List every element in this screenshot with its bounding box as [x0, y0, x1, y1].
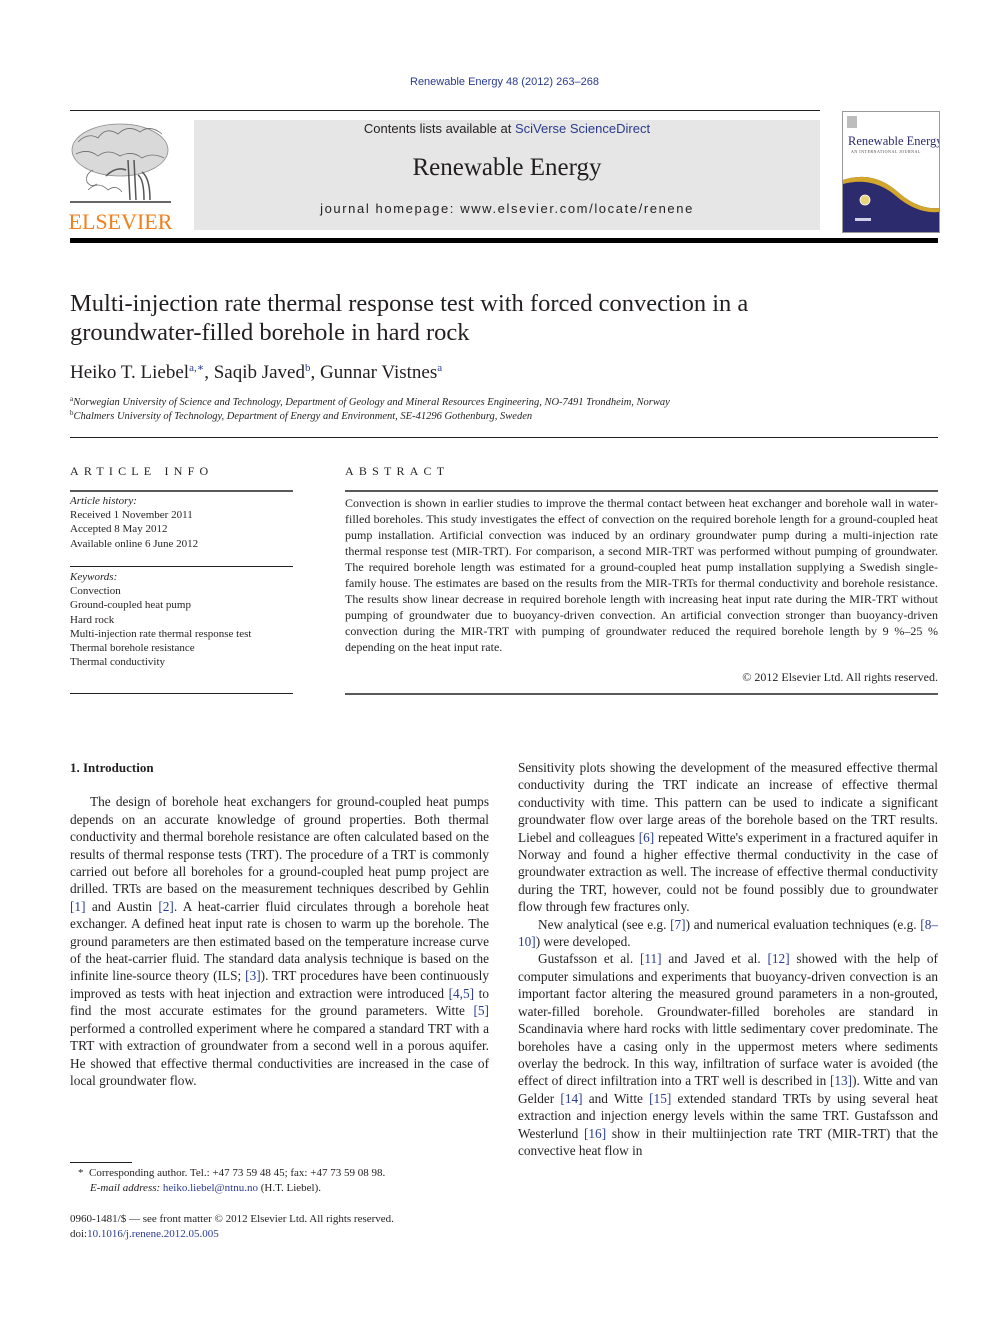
paragraph-text: The design of borehole heat exchangers f…	[70, 794, 489, 897]
keyword-item: Multi-injection rate thermal response te…	[70, 627, 252, 640]
body-paragraph: Gustafsson et al. [11] and Javed et al. …	[518, 950, 938, 1159]
paragraph-text: Gustafsson et al.	[538, 951, 640, 967]
author-name[interactable]: Gunnar Vistnes	[320, 362, 437, 383]
keyword-item: Ground-coupled heat pump	[70, 599, 191, 612]
abstract-text: Convection is shown in earlier studies t…	[345, 496, 938, 654]
corresponding-author-footnote: * Corresponding author. Tel.: +47 73 59 …	[78, 1166, 385, 1196]
paragraph-text: New analytical (see e.g.	[538, 916, 671, 932]
journal-homepage-line: journal homepage: www.elsevier.com/locat…	[194, 201, 820, 216]
doi-link[interactable]: 10.1016/j.renene.2012.05.005	[87, 1228, 219, 1240]
journal-name: Renewable Energy	[412, 154, 602, 181]
sciencedirect-link[interactable]: SciVerse ScienceDirect	[515, 121, 650, 136]
citation-link[interactable]: [12]	[767, 951, 789, 966]
body-column-right: Sensitivity plots showing the developmen…	[518, 759, 938, 1159]
citation-link[interactable]: [4,5]	[449, 986, 474, 1001]
paragraph-text: ) and numerical evaluation tech­niques (…	[685, 916, 921, 932]
abstract-divider	[345, 693, 938, 695]
journal-banner: Contents lists available at SciVerse Sci…	[194, 120, 820, 230]
paragraph-text: ) were developed.	[535, 934, 631, 950]
body-column-left: 1. Introduction The design of borehole h…	[70, 759, 489, 1089]
citation-link[interactable]: [5]	[473, 1003, 489, 1018]
affiliation: bChalmers University of Technology, Depa…	[70, 409, 532, 422]
abstract-heading: ABSTRACT	[345, 464, 450, 478]
author-separator: ,	[310, 362, 320, 383]
paragraph-text: and Javed et al.	[661, 951, 768, 967]
footnote-marker: *	[78, 1167, 84, 1179]
affiliation-text: Chalmers University of Technology, Depar…	[73, 411, 533, 422]
cover-artwork-icon	[843, 116, 939, 232]
author-list: Heiko T. Liebela,∗, Saqib Javedb, Gunnar…	[70, 361, 442, 384]
citation-link[interactable]: [15]	[649, 1091, 671, 1106]
article-history: Article history: Received 1 November 201…	[70, 494, 198, 551]
citation-link[interactable]: [14]	[560, 1091, 582, 1106]
keyword-item: Convection	[70, 585, 121, 598]
article-title: Multi-injection rate thermal response te…	[70, 290, 749, 346]
article-info-divider	[70, 566, 293, 567]
paragraph-text: and Witte	[582, 1090, 650, 1106]
citation-link[interactable]: [16]	[584, 1126, 606, 1141]
header-divider	[70, 110, 820, 111]
citation-link[interactable]: [3]	[245, 968, 261, 983]
front-matter-divider	[70, 437, 938, 438]
citation-link[interactable]: [2]	[158, 899, 174, 914]
email-suffix: (H.T. Liebel).	[257, 1182, 322, 1194]
body-paragraph: Sensitivity plots showing the developmen…	[518, 759, 938, 916]
contents-prefix: Contents lists available at	[363, 121, 515, 136]
body-paragraph: The design of borehole heat exchangers f…	[70, 793, 489, 1089]
author-email-link[interactable]: heiko.liebel@ntnu.no	[163, 1182, 258, 1194]
author-separator: ,	[204, 362, 214, 383]
body-paragraphs: The design of borehole heat exchangers f…	[70, 793, 489, 1089]
citation-link[interactable]: [6]	[639, 830, 655, 845]
issn-doi-block: 0960-1481/$ — see front matter © 2012 El…	[70, 1212, 394, 1241]
article-info-divider	[70, 693, 293, 694]
paragraph-text: performed a controlled experiment where …	[70, 1020, 489, 1088]
keywords-label: Keywords:	[70, 571, 118, 583]
elsevier-logo[interactable]: ELSEVIER	[68, 120, 173, 235]
email-label: E-mail address:	[90, 1182, 161, 1194]
citation-link[interactable]: [13]	[830, 1073, 852, 1088]
cover-subtitle: AN INTERNATIONAL JOURNAL	[851, 149, 921, 154]
section-heading: 1. Introduction	[70, 760, 154, 775]
doi-label: doi:	[70, 1227, 88, 1240]
citation-link[interactable]: [11]	[640, 951, 662, 966]
homepage-link[interactable]: www.elsevier.com/locate/renene	[460, 201, 694, 216]
keyword-item: Hard rock	[70, 613, 115, 626]
masthead-bottom-rule	[70, 238, 938, 243]
homepage-prefix: journal homepage:	[320, 201, 461, 216]
contents-available-line: Contents lists available at SciVerse Sci…	[194, 121, 820, 136]
cover-title: Renewable Energy	[848, 134, 940, 148]
author-affiliation-marker[interactable]: a	[437, 362, 442, 374]
abstract-divider	[345, 490, 938, 492]
journal-citation-link[interactable]: Renewable Energy 48 (2012) 263–268	[0, 76, 992, 88]
keyword-item: Thermal borehole resistance	[70, 642, 195, 655]
keyword-item: Thermal conductivity	[70, 656, 165, 669]
abstract-copyright: © 2012 Elsevier Ltd. All rights reserved…	[742, 670, 938, 684]
paragraph-text: showed with the help of computer simulat…	[518, 951, 938, 1089]
author-name[interactable]: Saqib Javed	[214, 362, 305, 383]
body-paragraph: New analytical (see e.g. [7]) and numeri…	[518, 916, 938, 951]
journal-cover-thumbnail[interactable]: Renewable Energy AN INTERNATIONAL JOURNA…	[842, 111, 940, 233]
history-accepted: Accepted 8 May 2012	[70, 523, 168, 536]
history-online: Available online 6 June 2012	[70, 537, 199, 550]
history-received: Received 1 November 2011	[70, 509, 193, 522]
elsevier-tree-icon	[70, 123, 171, 203]
citation-link[interactable]: [1]	[70, 899, 86, 914]
elsevier-wordmark: ELSEVIER	[68, 209, 173, 234]
issn-line: 0960-1481/$ — see front matter © 2012 El…	[70, 1213, 394, 1225]
article-info-heading: ARTICLE INFO	[70, 464, 214, 478]
footnote-divider	[70, 1162, 132, 1163]
paragraph-text: and Austin	[85, 898, 159, 914]
article-history-label: Article history:	[70, 495, 137, 507]
affiliation-text: Norwegian University of Science and Tech…	[73, 397, 670, 408]
keywords-list: Keywords: Convection Ground-coupled heat…	[70, 570, 251, 669]
article-info-divider	[70, 490, 293, 492]
author-name[interactable]: Heiko T. Liebel	[70, 362, 189, 383]
author-affiliation-marker[interactable]: a,∗	[189, 362, 204, 374]
footnote-contact: Corresponding author. Tel.: +47 73 59 48…	[89, 1167, 386, 1179]
affiliation: aNorwegian University of Science and Tec…	[70, 395, 670, 408]
body-paragraphs: Sensitivity plots showing the developmen…	[518, 759, 938, 1159]
citation-link[interactable]: [7]	[670, 917, 686, 932]
